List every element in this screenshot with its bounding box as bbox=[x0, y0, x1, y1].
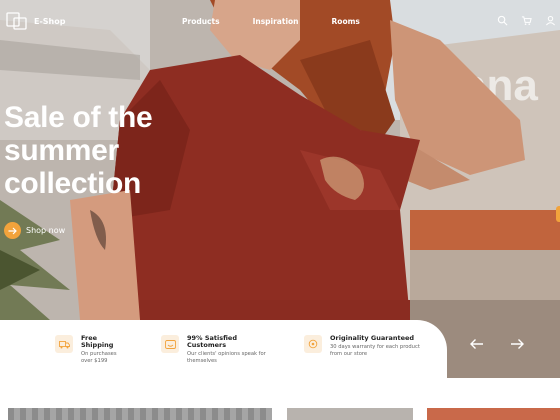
feature-desc: 30 days warranty for each product from o… bbox=[330, 344, 420, 357]
feature-title: Originality Guaranteed bbox=[330, 334, 415, 342]
feature-desc: Our clients' opinions speak for themselv… bbox=[187, 351, 266, 364]
product-thumbnails bbox=[0, 408, 560, 420]
nav-link-inspiration[interactable]: Inspiration bbox=[253, 17, 299, 26]
arrow-right-icon bbox=[4, 222, 21, 239]
nav-link-rooms[interactable]: Rooms bbox=[332, 17, 360, 26]
smile-icon bbox=[161, 335, 179, 353]
headline-line-2: summer bbox=[4, 134, 119, 167]
truck-icon bbox=[55, 335, 73, 353]
nav-link-products[interactable]: Products bbox=[182, 17, 220, 26]
hero-headline: Sale of the summer collection bbox=[4, 101, 204, 200]
arrow-right-icon[interactable] bbox=[510, 338, 524, 350]
feature-originality: Originality Guaranteed 30 days warranty … bbox=[304, 335, 426, 357]
main-nav: Products Inspiration Rooms bbox=[182, 17, 360, 26]
nav-actions bbox=[497, 15, 556, 26]
feature-free-shipping: Free Shipping On purchases over $199 bbox=[55, 335, 125, 364]
feature-satisfied-customers: 99% Satisfied Customers Our clients' opi… bbox=[161, 335, 277, 364]
feature-title: Free Shipping bbox=[81, 334, 114, 349]
brand-name: E-Shop bbox=[34, 16, 66, 26]
side-tab[interactable] bbox=[556, 206, 560, 222]
features-strip: Free Shipping On purchases over $199 99%… bbox=[0, 320, 447, 378]
feature-desc: On purchases over $199 bbox=[81, 351, 117, 364]
logo-icon bbox=[6, 12, 27, 30]
search-icon[interactable] bbox=[497, 15, 508, 26]
thumbnail-image[interactable] bbox=[287, 408, 413, 420]
shop-now-label: Shop now bbox=[26, 226, 66, 235]
top-navbar: E-Shop Products Inspiration Rooms bbox=[0, 0, 560, 44]
brand-logo[interactable]: E-Shop bbox=[6, 12, 65, 30]
feature-title: 99% Satisfied Customers bbox=[187, 334, 237, 349]
user-icon[interactable] bbox=[545, 15, 556, 26]
badge-icon bbox=[304, 335, 322, 353]
shop-now-button[interactable]: Shop now bbox=[4, 222, 65, 239]
thumbnail-image[interactable] bbox=[427, 408, 560, 420]
headline-line-1: Sale of the bbox=[4, 101, 153, 134]
thumbnail-image[interactable] bbox=[8, 408, 272, 420]
arrow-left-icon[interactable] bbox=[470, 338, 484, 350]
cart-icon[interactable] bbox=[521, 15, 532, 26]
slider-controls bbox=[470, 338, 524, 350]
headline-line-3: collection bbox=[4, 167, 142, 200]
